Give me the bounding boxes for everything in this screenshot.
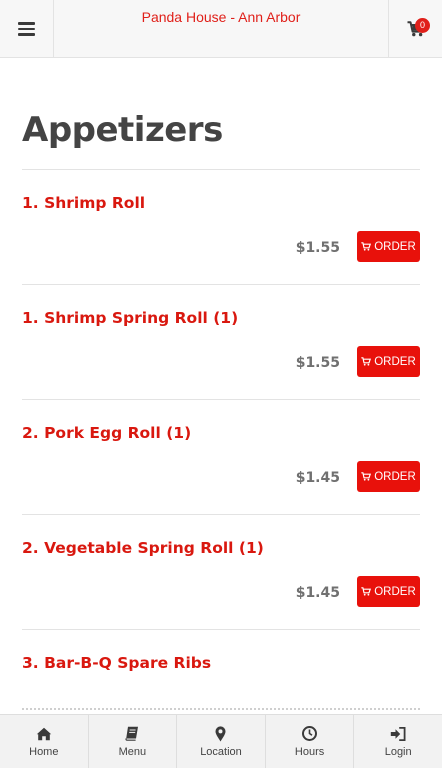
restaurant-title: Panda House - Ann Arbor [141,9,301,25]
menu-item: 3. Bar-B-Q Spare Ribs [22,630,420,710]
item-name[interactable]: 3. Bar-B-Q Spare Ribs [22,654,211,672]
order-button[interactable]: ORDER [357,461,420,492]
order-button[interactable]: ORDER [357,576,420,607]
nav-menu[interactable]: Menu [89,715,178,768]
cart-icon [361,357,372,366]
order-button[interactable]: ORDER [357,346,420,377]
item-name[interactable]: 1. Shrimp Roll [22,194,145,212]
nav-login[interactable]: Login [354,715,442,768]
menu-item: 2. Vegetable Spring Roll (1) $1.45 ORDER [22,515,420,630]
menu-item: 2. Pork Egg Roll (1) $1.45 ORDER [22,400,420,515]
book-icon [125,726,139,742]
nav-location[interactable]: Location [177,715,266,768]
item-price: $1.55 [295,240,340,256]
item-name[interactable]: 2. Vegetable Spring Roll (1) [22,539,264,557]
item-price: $1.55 [295,355,340,371]
section-title: Appetizers [22,110,223,150]
nav-label: Menu [118,745,147,758]
cart-button[interactable]: 0 [388,0,442,58]
menu-item: 1. Shrimp Spring Roll (1) $1.55 ORDER [22,285,420,400]
divider [22,708,420,710]
nav-home[interactable]: Home [0,715,89,768]
nav-label: Login [384,745,412,758]
clock-icon [302,726,318,742]
cart-icon [361,242,372,251]
login-icon [390,726,406,742]
map-marker-icon [215,725,226,742]
item-price: $1.45 [295,470,340,486]
menu-button[interactable] [0,0,54,58]
nav-label: Hours [294,745,325,758]
order-label: ORDER [374,585,416,598]
item-price: $1.45 [295,585,340,601]
order-button[interactable]: ORDER [357,231,420,262]
menu-item: 1. Shrimp Roll $1.55 ORDER [22,170,420,285]
bottom-nav: Home Menu Location Hours Login [0,714,442,768]
menu-content: Appetizers 1. Shrimp Roll $1.55 ORDER 1.… [22,58,420,710]
order-label: ORDER [374,240,416,253]
app-header: Panda House - Ann Arbor 0 [0,0,442,58]
home-icon [36,726,52,742]
item-name[interactable]: 2. Pork Egg Roll (1) [22,424,191,442]
cart-icon [361,587,372,596]
cart-icon [361,472,372,481]
order-label: ORDER [374,355,416,368]
item-name[interactable]: 1. Shrimp Spring Roll (1) [22,309,238,327]
nav-label: Location [200,745,242,758]
hamburger-icon [18,22,35,36]
cart-count-badge: 0 [415,18,430,33]
order-label: ORDER [374,470,416,483]
nav-label: Home [29,745,59,758]
nav-hours[interactable]: Hours [266,715,355,768]
